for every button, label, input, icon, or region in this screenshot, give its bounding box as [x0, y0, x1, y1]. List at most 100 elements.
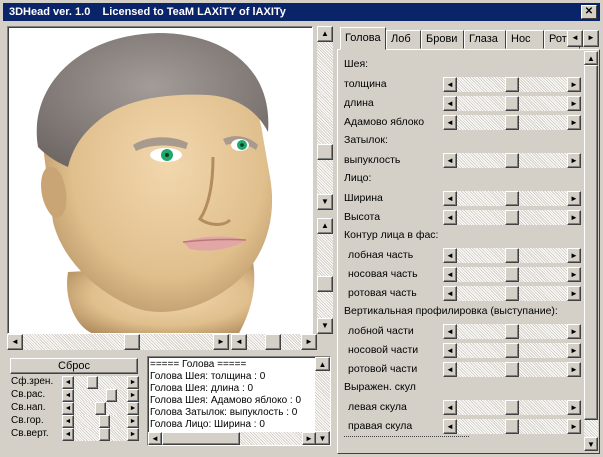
head-viewport[interactable] [7, 26, 313, 334]
slider-thumb[interactable] [505, 343, 519, 358]
slider-thumb[interactable] [505, 267, 519, 282]
panel-scroll-thumb[interactable] [584, 65, 598, 420]
tab-5[interactable]: Нос [506, 30, 544, 49]
slider-thumb[interactable] [505, 400, 519, 415]
log-horizontal-scrollbar[interactable]: ◄ ► [148, 432, 316, 445]
slider-thumb[interactable] [505, 324, 519, 339]
slider-thumb[interactable] [505, 248, 519, 263]
log-vertical-scrollbar[interactable]: ▲ ▼ [315, 357, 330, 445]
scroll-right-arrow-icon[interactable]: ► [301, 334, 317, 350]
tilt-thumb[interactable] [317, 276, 333, 292]
tab-scroll-right-icon[interactable]: ► [583, 30, 599, 47]
scroll-up-arrow-icon[interactable]: ▲ [315, 357, 330, 371]
slider-thumb[interactable] [505, 153, 519, 168]
zoom-thumb[interactable] [317, 144, 333, 160]
slider-thumb[interactable] [505, 419, 519, 434]
slider-left-arrow-icon[interactable]: ◄ [443, 400, 457, 415]
rotate-thumb[interactable] [124, 334, 140, 350]
slider-right-arrow-icon[interactable]: ► [567, 343, 581, 358]
slider-left-arrow-icon[interactable]: ◄ [62, 428, 74, 441]
pan-thumb[interactable] [265, 334, 281, 350]
slider-left-arrow-icon[interactable]: ◄ [443, 324, 457, 339]
slider-thumb[interactable] [95, 402, 106, 415]
param-label: носовой части [348, 344, 419, 356]
slider-right-arrow-icon[interactable]: ► [567, 191, 581, 206]
slider-right-arrow-icon[interactable]: ► [567, 267, 581, 282]
slider-left-arrow-icon[interactable]: ◄ [443, 248, 457, 263]
slider-track[interactable] [74, 389, 127, 402]
slider-thumb[interactable] [505, 191, 519, 206]
slider-thumb[interactable] [505, 77, 519, 92]
slider-left-arrow-icon[interactable]: ◄ [62, 376, 74, 389]
close-button[interactable]: ✕ [581, 5, 597, 19]
slider-left-arrow-icon[interactable]: ◄ [443, 77, 457, 92]
scroll-up-arrow-icon[interactable]: ▲ [317, 26, 333, 42]
slider-right-arrow-icon[interactable]: ► [567, 77, 581, 92]
slider-right-arrow-icon[interactable]: ► [127, 376, 139, 389]
slider-left-arrow-icon[interactable]: ◄ [62, 402, 74, 415]
slider-right-arrow-icon[interactable]: ► [127, 415, 139, 428]
slider-thumb[interactable] [505, 96, 519, 111]
log-vertical-track[interactable] [315, 371, 330, 431]
tab-3[interactable]: Брови [421, 30, 464, 49]
slider-left-arrow-icon[interactable]: ◄ [443, 362, 457, 377]
slider-left-arrow-icon[interactable]: ◄ [62, 389, 74, 402]
reset-button[interactable]: Сброс [10, 358, 138, 374]
slider-left-arrow-icon[interactable]: ◄ [443, 343, 457, 358]
slider-right-arrow-icon[interactable]: ► [567, 362, 581, 377]
slider-right-arrow-icon[interactable]: ► [567, 248, 581, 263]
param-slider-profile-1: ◄ ► [443, 324, 581, 339]
param-slider-face-2: ◄ ► [443, 210, 581, 225]
slider-right-arrow-icon[interactable]: ► [567, 115, 581, 130]
slider-thumb[interactable] [505, 115, 519, 130]
slider-right-arrow-icon[interactable]: ► [127, 428, 139, 441]
scroll-down-arrow-icon[interactable]: ▼ [317, 318, 333, 334]
panel-vertical-scrollbar[interactable]: ▲ ▼ [584, 51, 598, 451]
slider-left-arrow-icon[interactable]: ◄ [443, 115, 457, 130]
slider-right-arrow-icon[interactable]: ► [567, 153, 581, 168]
slider-track[interactable] [74, 376, 127, 389]
scroll-down-arrow-icon[interactable]: ▼ [315, 431, 330, 445]
slider-thumb[interactable] [86, 376, 98, 389]
scroll-left-arrow-icon[interactable]: ◄ [148, 432, 162, 445]
slider-left-arrow-icon[interactable]: ◄ [443, 210, 457, 225]
slider-right-arrow-icon[interactable]: ► [567, 210, 581, 225]
slider-right-arrow-icon[interactable]: ► [567, 419, 581, 434]
slider-thumb[interactable] [99, 415, 111, 428]
tab-scroll-left-icon[interactable]: ◄ [567, 30, 583, 47]
tab-4[interactable]: Глаза [464, 30, 506, 49]
scroll-up-arrow-icon[interactable]: ▲ [317, 218, 333, 234]
slider-right-arrow-icon[interactable]: ► [567, 400, 581, 415]
slider-right-arrow-icon[interactable]: ► [567, 286, 581, 301]
log-line: ===== Голова ===== [150, 359, 247, 370]
slider-thumb[interactable] [505, 210, 519, 225]
slider-left-arrow-icon[interactable]: ◄ [443, 96, 457, 111]
log-horizontal-thumb[interactable] [162, 432, 240, 445]
scroll-left-arrow-icon[interactable]: ◄ [231, 334, 247, 350]
slider-thumb[interactable] [505, 362, 519, 377]
tab-1[interactable]: Голова [340, 27, 386, 50]
tab-2[interactable]: Лоб [386, 30, 421, 49]
log-box[interactable]: ===== Голова ===== Голова Шея: толщина : … [147, 356, 331, 446]
slider-right-arrow-icon[interactable]: ► [127, 402, 139, 415]
slider-right-arrow-icon[interactable]: ► [567, 324, 581, 339]
rotate-track[interactable] [23, 334, 213, 350]
slider-right-arrow-icon[interactable]: ► [567, 96, 581, 111]
slider-left-arrow-icon[interactable]: ◄ [443, 153, 457, 168]
scroll-left-arrow-icon[interactable]: ◄ [7, 334, 23, 350]
slider-left-arrow-icon[interactable]: ◄ [443, 419, 457, 434]
slider-left-arrow-icon[interactable]: ◄ [62, 415, 74, 428]
slider-thumb[interactable] [99, 428, 111, 441]
scroll-down-arrow-icon[interactable]: ▼ [317, 194, 333, 210]
scroll-right-arrow-icon[interactable]: ► [213, 334, 229, 350]
slider-thumb[interactable] [505, 286, 519, 301]
scroll-down-arrow-icon[interactable]: ▼ [584, 437, 598, 451]
slider-left-arrow-icon[interactable]: ◄ [443, 191, 457, 206]
scroll-right-arrow-icon[interactable]: ► [302, 432, 316, 445]
slider-left-arrow-icon[interactable]: ◄ [443, 267, 457, 282]
slider-left-arrow-icon[interactable]: ◄ [443, 286, 457, 301]
slider-thumb[interactable] [105, 389, 117, 402]
scroll-up-arrow-icon[interactable]: ▲ [584, 51, 598, 65]
zoom-track[interactable] [317, 42, 333, 202]
slider-right-arrow-icon[interactable]: ► [127, 389, 139, 402]
